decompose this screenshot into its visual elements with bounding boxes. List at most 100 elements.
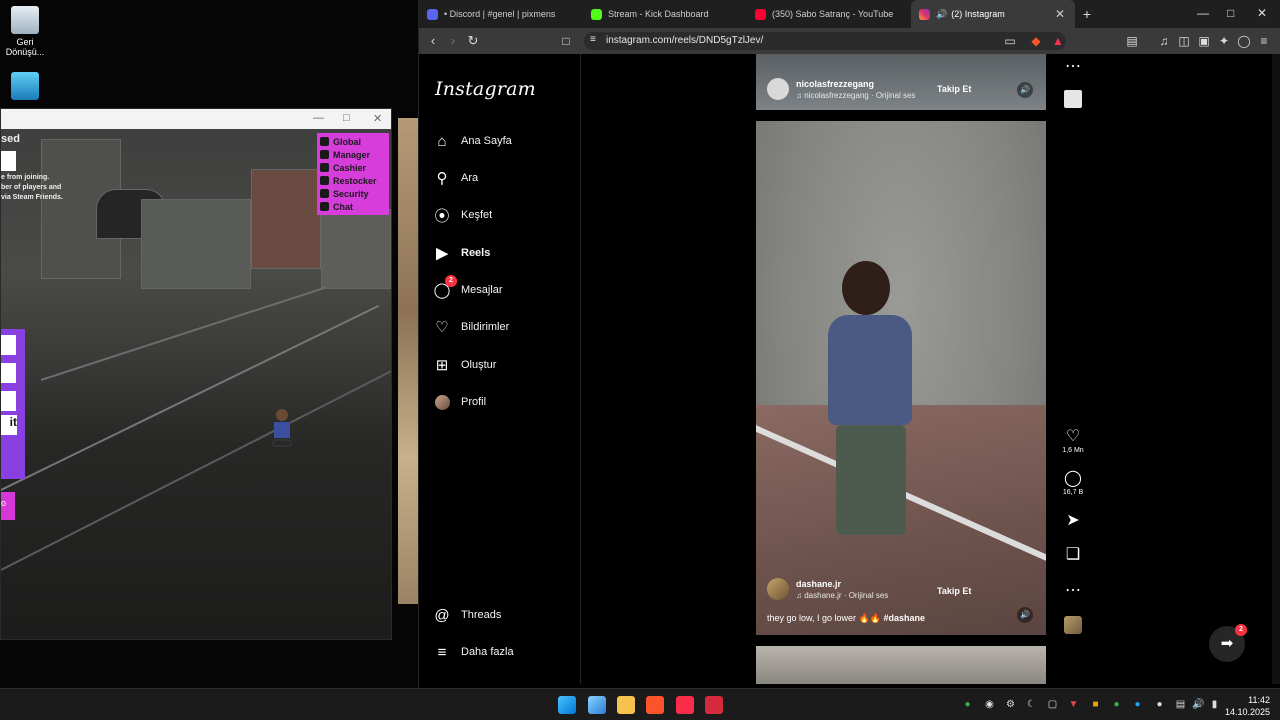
tab-kick[interactable]: Stream - Kick Dashboard [583, 0, 747, 28]
page-scrollbar[interactable] [1272, 54, 1280, 684]
wallet-icon[interactable]: ▣ [1197, 34, 1211, 48]
close-tab-icon[interactable]: ✕ [1055, 7, 1065, 21]
vpn-icon[interactable]: ◯ [1237, 34, 1251, 48]
back-icon[interactable]: ‹ [423, 33, 443, 48]
tray-icon[interactable]: ● [962, 699, 973, 710]
nav-reels[interactable]: ▶ Reels [433, 243, 490, 263]
nav-profile[interactable]: Profil [433, 392, 486, 412]
profile-placeholder-icon[interactable] [1059, 90, 1087, 113]
brave-browser-icon[interactable] [646, 696, 664, 714]
volume-icon[interactable]: 🔊 [1192, 699, 1204, 710]
role-item-chat[interactable]: Chat [320, 200, 386, 213]
game-viewport[interactable]: sed e from joining. ber of players and v… [1, 129, 391, 639]
nav-more[interactable]: ≡ Daha fazla [433, 642, 514, 662]
tray-icon[interactable]: ☾ [1026, 699, 1037, 710]
reader-icon[interactable]: ◫ [1177, 34, 1191, 48]
cast-icon[interactable]: ▭ [1003, 34, 1017, 48]
save-icon[interactable]: ❑ [1059, 544, 1087, 564]
role-item-restocker[interactable]: Restocker [320, 174, 386, 187]
clock[interactable]: 11:42 14.10.2025 [1225, 694, 1270, 718]
avatar[interactable] [767, 578, 789, 600]
follow-button[interactable]: Takip Et [937, 84, 971, 94]
avatar[interactable] [767, 78, 789, 100]
music-icon[interactable]: ♫ [1157, 34, 1171, 48]
share-icon[interactable]: ➤ [1059, 510, 1087, 530]
follow-button[interactable]: Takip Et [937, 586, 971, 596]
game-panel-button[interactable]: it [1, 415, 17, 435]
tray-icon[interactable]: ◉ [984, 699, 995, 710]
bookmark-icon[interactable]: □ [559, 34, 573, 48]
more-options-icon[interactable]: ⋯ [1059, 56, 1087, 76]
hashtag-link[interactable]: #dashane [884, 613, 926, 623]
messages-fab[interactable]: ➡ 2 [1209, 624, 1247, 662]
mute-icon[interactable]: 🔊 [1017, 607, 1033, 623]
forward-icon[interactable]: › [443, 33, 463, 48]
mute-icon[interactable]: 🔊 [1017, 82, 1033, 98]
game-panel-field[interactable] [1, 391, 16, 411]
game-button[interactable] [1, 151, 16, 171]
recycle-bin-shortcut[interactable]: Geri Dönüşü... [0, 6, 50, 57]
brave-shield-icon[interactable]: ◆ [1029, 34, 1043, 48]
new-tab-button[interactable]: + [1075, 0, 1099, 28]
url-input[interactable]: ≡ instagram.com/reels/DND5gTzlJev/ [584, 32, 1066, 50]
username[interactable]: nicolasfrezzegang [796, 79, 915, 89]
steam-icon[interactable]: ⚙ [1005, 699, 1016, 710]
menu-icon[interactable]: ≡ [1257, 34, 1271, 48]
app-icon[interactable] [705, 696, 723, 714]
instagram-logo[interactable]: Instagram [435, 78, 536, 100]
brave-rewards-icon[interactable]: ▲ [1051, 34, 1065, 48]
role-item-manager[interactable]: Manager [320, 148, 386, 161]
nav-create[interactable]: ⊞ Oluştur [433, 355, 497, 375]
site-info-icon[interactable]: ≡ [590, 34, 596, 45]
tab-youtube[interactable]: (350) Sabo Satranç - YouTube [747, 0, 911, 28]
role-item-global[interactable]: Global [320, 135, 386, 148]
nav-notifications[interactable]: ♡ Bildirimler [433, 317, 509, 337]
close-icon[interactable]: ✕ [373, 112, 382, 125]
nav-threads[interactable]: @ Threads [433, 605, 501, 625]
game-panel-field[interactable] [1, 335, 16, 355]
battery-icon[interactable]: ▮ [1209, 699, 1220, 710]
tray-icon[interactable]: ▼ [1068, 699, 1079, 710]
audio-label[interactable]: ♫ dashane.jr · Orijinal ses [796, 591, 888, 600]
tray-icon[interactable]: ■ [1090, 699, 1101, 710]
network-icon[interactable]: ▤ [1175, 699, 1186, 710]
close-icon[interactable]: ✕ [1257, 6, 1267, 20]
game-magenta-button[interactable]: o [1, 492, 15, 520]
minimize-icon[interactable]: — [313, 112, 324, 124]
prev-reel-user[interactable]: nicolasfrezzegang ♫ nicolasfrezzegang · … [767, 78, 915, 100]
role-item-cashier[interactable]: Cashier [320, 161, 386, 174]
nav-explore[interactable]: ⦿ Keşfet [433, 205, 492, 225]
microphone-icon[interactable]: ● [1154, 699, 1165, 710]
leo-ai-icon[interactable]: ✦ [1217, 34, 1231, 48]
tray-icon[interactable]: ● [1111, 699, 1122, 710]
next-reel[interactable] [756, 646, 1046, 684]
maximize-icon[interactable]: □ [343, 112, 350, 124]
browser-window[interactable]: • Discord | #genel | pixmens Stream - Ki… [418, 0, 1280, 688]
reload-icon[interactable]: ↻ [463, 33, 483, 49]
game-titlebar[interactable]: — □ ✕ [1, 109, 391, 129]
reel-user[interactable]: dashane.jr ♫ dashane.jr · Orijinal ses [767, 578, 888, 600]
nav-search[interactable]: ⚲ Ara [433, 168, 479, 188]
game-side-panel[interactable]: it [1, 329, 25, 479]
role-item-security[interactable]: Security [320, 187, 386, 200]
reel-video[interactable] [756, 121, 1046, 635]
audio-thumbnail[interactable] [1059, 616, 1087, 639]
nav-home[interactable]: ⌂ Ana Sayfa [433, 131, 511, 151]
sidebar-icon[interactable]: ▤ [1125, 34, 1139, 48]
maximize-icon[interactable]: □ [1227, 6, 1234, 20]
more-options-icon[interactable]: ⋯ [1059, 580, 1087, 600]
file-explorer-icon[interactable] [617, 696, 635, 714]
tray-icon[interactable]: ● [1132, 699, 1143, 710]
audio-label[interactable]: ♫ nicolasfrezzegang · Orijinal ses [796, 91, 915, 100]
tray-icon[interactable]: ▢ [1047, 699, 1058, 710]
like-button[interactable]: ♡ 1,6 Mn [1059, 426, 1087, 454]
this-pc-shortcut[interactable] [0, 72, 50, 103]
minimize-icon[interactable]: — [1197, 6, 1209, 20]
tab-discord[interactable]: • Discord | #genel | pixmens [419, 0, 583, 28]
apple-music-icon[interactable] [676, 696, 694, 714]
tab-instagram[interactable]: 🔊 (2) Instagram ✕ [911, 0, 1075, 28]
game-window[interactable]: — □ ✕ sed e from joining. ber of players… [0, 108, 392, 640]
widgets-icon[interactable] [588, 696, 606, 714]
role-menu[interactable]: Global Manager Cashier Restocker Securit… [317, 133, 389, 215]
game-panel-field[interactable] [1, 363, 16, 383]
